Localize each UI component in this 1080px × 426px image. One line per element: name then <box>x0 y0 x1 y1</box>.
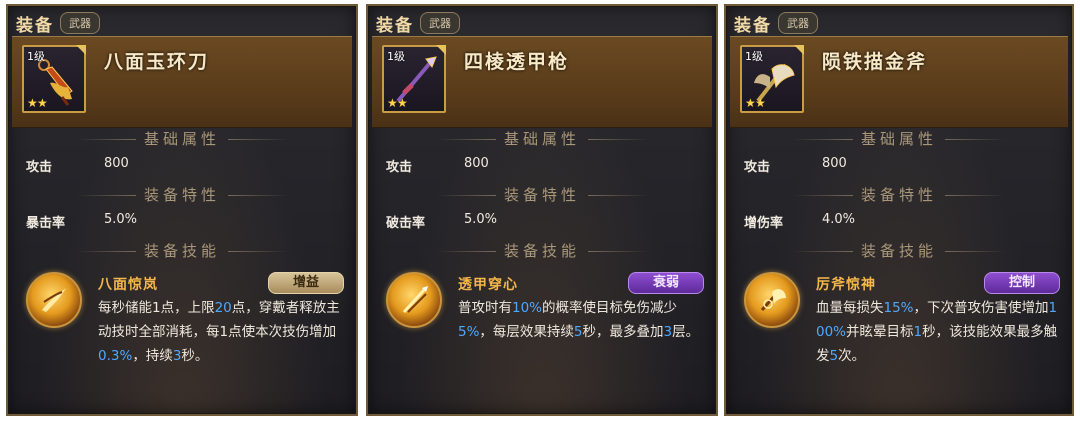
skill-type-badge: 衰弱 <box>628 272 704 294</box>
attack-label: 攻击 <box>386 160 413 175</box>
trait-row: 破击率 5.0% <box>386 210 706 232</box>
item-name: 四棱透甲枪 <box>464 51 570 73</box>
highlighted-value: 0.3% <box>98 348 133 364</box>
description-text: 秒，最多叠加 <box>582 324 664 340</box>
skill-type-badge: 控制 <box>984 272 1060 294</box>
skill-description: 每秒储能1点，上限20点，穿戴者释放主动技时全部消耗，每1点使本次技伤增加0.3… <box>98 296 346 368</box>
description-text: ，持续 <box>132 348 173 364</box>
description-text: 每秒储能1点，上限 <box>98 300 215 316</box>
highlighted-value: 20 <box>214 300 232 316</box>
weapon-tab[interactable]: 武器 <box>420 12 460 34</box>
item-banner: 1级 ★ ★ 四棱透甲枪 <box>372 36 712 128</box>
skill-name: 透甲穿心 <box>458 277 518 293</box>
panel-header: 装备 武器 <box>734 10 818 36</box>
description-text: 血量每损失 <box>816 300 884 316</box>
highlighted-value: 1 <box>913 324 923 340</box>
skill-name: 八面惊岚 <box>98 277 158 293</box>
axe-strike-icon <box>760 289 786 311</box>
piercing-spear-icon <box>402 286 428 314</box>
corner-mark-icon <box>436 45 446 55</box>
item-icon-frame[interactable]: 1级 ★ ★ <box>22 45 86 113</box>
attack-label: 攻击 <box>26 160 53 175</box>
skill-icon[interactable] <box>386 272 442 328</box>
trait-label: 暴击率 <box>26 216 66 231</box>
equipment-traits-header: 装备特性 <box>8 184 356 205</box>
equipment-traits-header: 装备特性 <box>726 184 1072 205</box>
trait-row: 增伤率 4.0% <box>744 210 1062 232</box>
description-text: 的概率使目标免伤减少 <box>542 300 678 316</box>
basic-attributes-header: 基础属性 <box>368 128 716 149</box>
weapon-tab[interactable]: 武器 <box>60 12 100 34</box>
panel-title: 装备 <box>376 15 414 36</box>
item-banner: 1级 ★ ★ 陨铁描金斧 <box>730 36 1068 128</box>
basic-attributes-header: 基础属性 <box>8 128 356 149</box>
attack-value: 800 <box>104 156 129 171</box>
item-level: 1级 <box>745 50 763 63</box>
panel-title: 装备 <box>16 15 54 36</box>
corner-mark-icon <box>76 45 86 55</box>
panel-title: 装备 <box>734 15 772 36</box>
attack-row: 攻击 800 <box>26 154 346 176</box>
equipment-panel-3: 装备 武器 1级 ★ ★ 陨铁描金斧 基础属性 攻击 800 装备特性 增伤率 … <box>724 4 1074 416</box>
equipment-skill-header: 装备技能 <box>8 240 356 261</box>
highlighted-value: 5 <box>829 348 839 364</box>
highlighted-value: 15% <box>883 300 914 316</box>
highlighted-value: 3 <box>663 324 673 340</box>
star-icon: ★ <box>37 96 48 110</box>
star-icon: ★ <box>755 96 766 110</box>
item-icon-frame[interactable]: 1级 ★ ★ <box>382 45 446 113</box>
description-text: 次。 <box>838 348 866 364</box>
item-name: 八面玉环刀 <box>104 51 210 73</box>
attack-value: 800 <box>464 156 489 171</box>
trait-label: 增伤率 <box>744 216 784 231</box>
equipment-panel-2: 装备 武器 1级 ★ ★ 四棱透甲枪 基础属性 攻击 800 装备特性 破击率 … <box>366 4 718 416</box>
highlighted-value: 10% <box>512 300 543 316</box>
description-text: 秒。 <box>181 348 209 364</box>
attack-row: 攻击 800 <box>386 154 706 176</box>
description-text: 并眩晕目标 <box>846 324 914 340</box>
blade-gust-icon <box>42 288 66 312</box>
trait-label: 破击率 <box>386 216 426 231</box>
description-text: 层。 <box>672 324 700 340</box>
attack-label: 攻击 <box>744 160 771 175</box>
trait-value: 4.0% <box>822 212 856 227</box>
highlighted-value: 5 <box>573 324 583 340</box>
equipment-panel-1: 装备 武器 1级 ★ ★ 八面玉环刀 基础属性 攻击 800 装备特性 暴击率 … <box>6 4 358 416</box>
trait-row: 暴击率 5.0% <box>26 210 346 232</box>
description-text: ，下次普攻伤害使增加 <box>913 300 1049 316</box>
equipment-compare-stage: 装备 武器 1级 ★ ★ 八面玉环刀 基础属性 攻击 800 装备特性 暴击率 … <box>0 0 1080 426</box>
panel-header: 装备 武器 <box>16 10 100 36</box>
item-banner: 1级 ★ ★ 八面玉环刀 <box>12 36 352 128</box>
corner-mark-icon <box>794 45 804 55</box>
skill-name: 厉斧惊神 <box>816 277 876 293</box>
skill-type-badge: 增益 <box>268 272 344 294</box>
item-icon-frame[interactable]: 1级 ★ ★ <box>740 45 804 113</box>
item-name: 陨铁描金斧 <box>822 51 928 73</box>
trait-value: 5.0% <box>464 212 498 227</box>
item-level: 1级 <box>27 50 45 63</box>
description-text: ，每层效果持续 <box>479 324 574 340</box>
skill-icon[interactable] <box>744 272 800 328</box>
basic-attributes-header: 基础属性 <box>726 128 1072 149</box>
attack-value: 800 <box>822 156 847 171</box>
trait-value: 5.0% <box>104 212 138 227</box>
skill-description: 血量每损失15%，下次普攻伤害使增加100%并眩晕目标1秒，该技能效果最多触发5… <box>816 296 1062 368</box>
equipment-skill-header: 装备技能 <box>726 240 1072 261</box>
description-text: 普攻时有 <box>458 300 512 316</box>
item-level: 1级 <box>387 50 405 63</box>
equipment-skill-header: 装备技能 <box>368 240 716 261</box>
attack-row: 攻击 800 <box>744 154 1062 176</box>
highlighted-value: 5% <box>458 324 480 340</box>
skill-description: 普攻时有10%的概率使目标免伤减少 5%，每层效果持续5秒，最多叠加3层。 <box>458 296 706 344</box>
skill-icon[interactable] <box>26 272 82 328</box>
star-icon: ★ <box>397 96 408 110</box>
panel-header: 装备 武器 <box>376 10 460 36</box>
weapon-tab[interactable]: 武器 <box>778 12 818 34</box>
equipment-traits-header: 装备特性 <box>368 184 716 205</box>
